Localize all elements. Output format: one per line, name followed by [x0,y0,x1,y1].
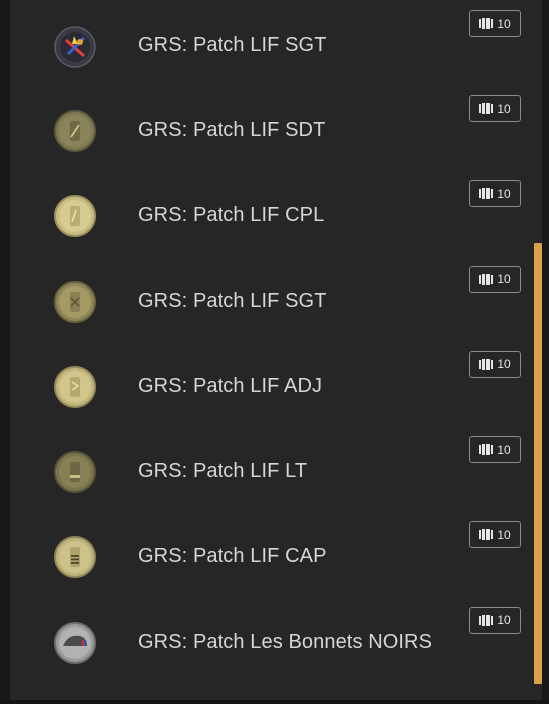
list-item[interactable]: GRS: Patch LIF SDT 10 [10,88,542,173]
quantity-badge: 10 [469,521,521,549]
quantity-badge: 10 [469,350,521,378]
item-list: GRS: Patch LIF SGT 10 GRS: Patch LIF SDT… [10,0,542,685]
list-item[interactable]: GRS: Patch LIF LT 10 [10,429,542,514]
stack-icon [479,273,494,285]
list-item[interactable]: GRS: Patch LIF SGT 10 [10,0,542,88]
quantity-count: 10 [497,357,511,372]
list-item[interactable]: GRS: Patch LIF CPL 10 [10,173,542,258]
adj-patch-icon [54,365,96,408]
item-title: GRS: Patch LIF SGT [138,34,327,56]
quantity-badge: 10 [469,180,521,208]
stack-icon [479,529,494,541]
quantity-count: 10 [497,613,511,628]
lt-patch-icon [54,451,96,494]
sgt-colored-patch-icon [54,26,96,68]
bonnets-noirs-patch-icon [54,621,96,664]
panel-bottom-edge [0,700,549,704]
quantity-badge: 10 [469,95,521,122]
sdt-patch-icon [54,110,96,152]
list-item[interactable]: GRS: Patch LIF SGT 10 [10,259,542,344]
scrollbar-thumb[interactable] [534,243,542,684]
inventory-panel: GRS: Patch LIF SGT 10 GRS: Patch LIF SDT… [10,0,542,700]
list-item[interactable]: GRS: Patch LIF CAP 10 [10,514,542,599]
quantity-count: 10 [497,16,511,31]
stack-icon [479,358,494,370]
cpl-patch-icon [54,195,96,238]
item-title: GRS: Patch LIF CAP [138,545,327,568]
quantity-badge: 10 [469,606,521,634]
list-item[interactable]: GRS: Patch Les Bonnets NOIRS 10 [10,600,542,685]
quantity-badge: 10 [469,265,521,293]
stack-icon [479,103,494,114]
item-title: GRS: Patch LIF LT [138,460,308,483]
stack-icon [479,614,494,626]
quantity-badge: 10 [469,10,521,37]
quantity-count: 10 [497,101,511,116]
stack-icon [479,18,494,29]
quantity-count: 10 [497,442,511,457]
list-item[interactable]: GRS: Patch LIF ADJ 10 [10,344,542,429]
quantity-count: 10 [497,272,511,287]
item-title: GRS: Patch LIF CPL [138,204,325,227]
item-title: GRS: Patch LIF SDT [138,119,326,141]
quantity-count: 10 [497,527,511,542]
item-title: GRS: Patch LIF SGT [138,289,327,312]
item-title: GRS: Patch LIF ADJ [138,374,323,397]
stack-icon [479,444,494,456]
stack-icon [479,188,494,200]
sgt-patch-icon [54,280,96,323]
quantity-count: 10 [497,186,511,201]
item-title: GRS: Patch Les Bonnets NOIRS [138,630,433,653]
cap-patch-icon [54,536,96,579]
quantity-badge: 10 [469,436,521,464]
